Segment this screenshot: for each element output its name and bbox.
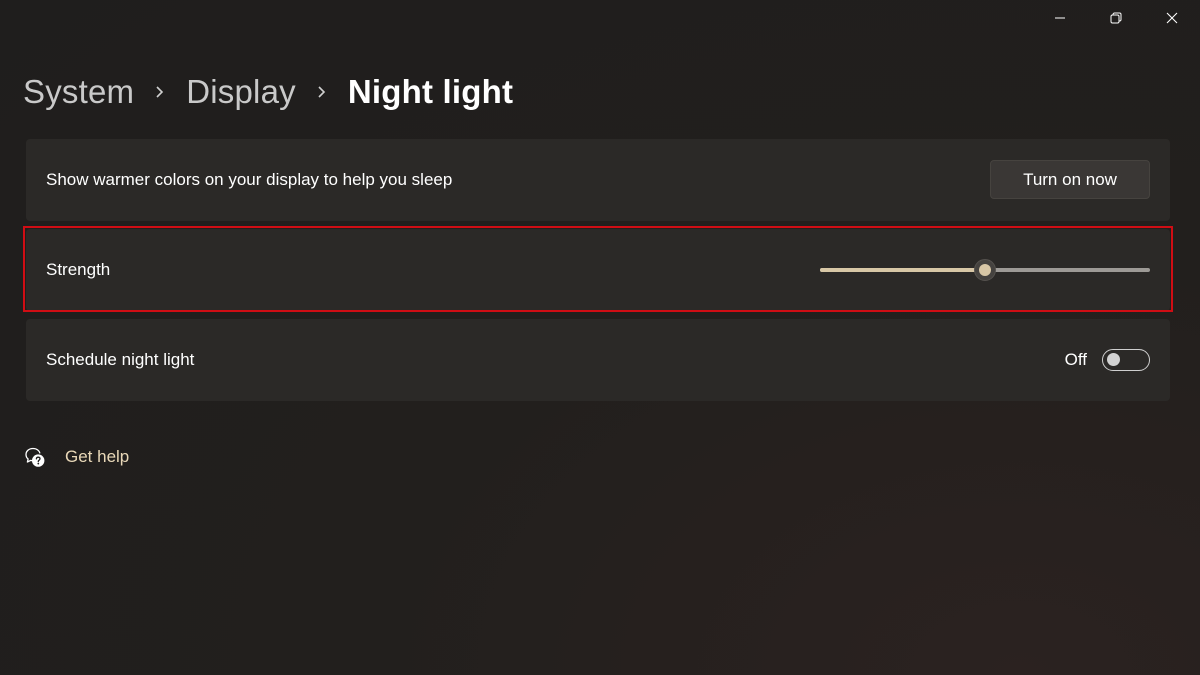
schedule-toggle[interactable]	[1102, 349, 1150, 371]
strength-card: Strength	[26, 229, 1170, 311]
chevron-right-icon	[296, 85, 348, 99]
restore-icon	[1110, 12, 1122, 24]
schedule-card: Schedule night light Off	[26, 319, 1170, 401]
slider-thumb[interactable]	[974, 259, 996, 281]
warm-colors-label: Show warmer colors on your display to he…	[46, 170, 453, 189]
warm-colors-card: Show warmer colors on your display to he…	[26, 139, 1170, 221]
toggle-knob	[1107, 353, 1120, 366]
breadcrumb: System Display Night light	[23, 70, 513, 114]
help-chat-icon	[25, 447, 45, 467]
minimize-icon	[1055, 17, 1065, 19]
restore-button[interactable]	[1088, 0, 1144, 36]
turn-on-now-button[interactable]: Turn on now	[990, 160, 1150, 199]
minimize-button[interactable]	[1032, 0, 1088, 36]
breadcrumb-display[interactable]: Display	[186, 73, 296, 111]
window-controls	[1032, 0, 1200, 36]
breadcrumb-system[interactable]: System	[23, 73, 134, 111]
strength-label: Strength	[46, 260, 111, 279]
get-help-link[interactable]: Get help	[24, 444, 129, 470]
slider-thumb-center	[979, 264, 991, 276]
chevron-right-icon	[134, 85, 186, 99]
slider-fill	[820, 268, 985, 272]
strength-slider[interactable]	[820, 259, 1150, 281]
schedule-toggle-group: Off	[1065, 348, 1150, 372]
close-icon	[1166, 12, 1178, 24]
schedule-label: Schedule night light	[46, 350, 195, 369]
get-help-label: Get help	[65, 447, 130, 466]
close-button[interactable]	[1144, 0, 1200, 36]
page-title: Night light	[347, 73, 514, 110]
toggle-state-label: Off	[1064, 350, 1087, 369]
